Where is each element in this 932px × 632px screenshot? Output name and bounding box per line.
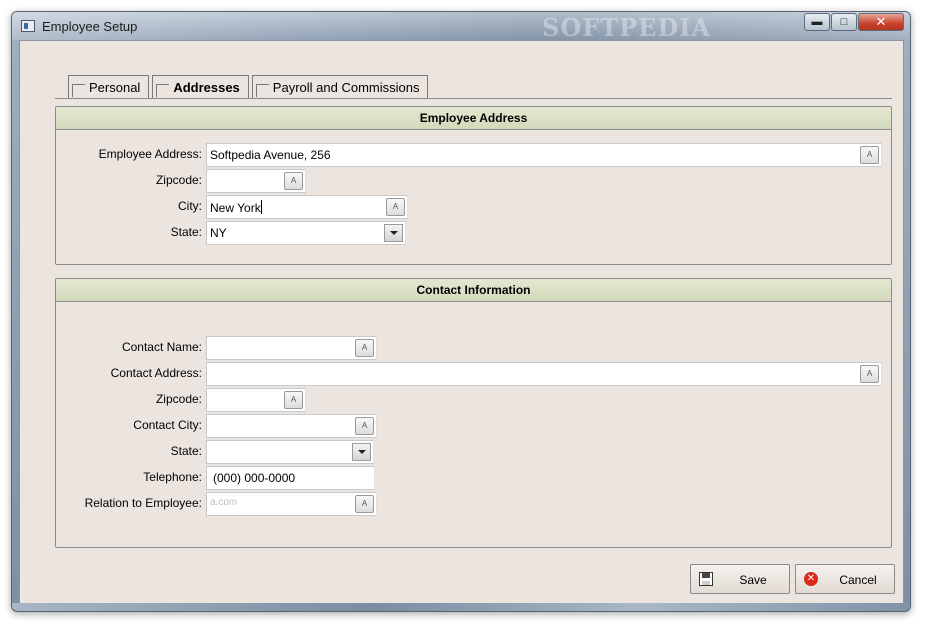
relation-input[interactable]: a.com A [206, 492, 377, 516]
telephone-input[interactable]: (000) 000-0000 [206, 466, 375, 490]
tab-addresses[interactable]: Addresses [152, 75, 249, 98]
employee-state-select[interactable]: NY [206, 221, 406, 245]
tab-label: Addresses [173, 79, 240, 95]
tab-label: Personal [89, 79, 141, 95]
tab-payroll-and-commissions[interactable]: Payroll and Commissions [251, 75, 429, 98]
contact-information-panel: Contact Information Contact Name: A Cont… [55, 278, 892, 548]
chevron-down-icon[interactable] [352, 443, 371, 461]
contact-zipcode-row: Zipcode: A [56, 388, 891, 412]
button-label: Cancel [839, 573, 877, 587]
employee-address-input[interactable]: Softpedia Avenue, 256 A [206, 143, 882, 167]
panel-header: Contact Information [56, 279, 891, 302]
field-label: Relation to Employee: [84, 496, 202, 510]
text-cursor [260, 200, 262, 214]
employee-address-row: Employee Address: Softpedia Avenue, 256 … [56, 143, 891, 167]
field-label: Contact Name: [121, 340, 202, 354]
lookup-button[interactable]: A [355, 339, 374, 357]
tab-personal[interactable]: Personal [68, 75, 150, 98]
panel-header: Employee Address [56, 107, 891, 130]
field-label: Zipcode: [155, 392, 202, 406]
field-value: NY [210, 226, 227, 240]
field-value: New York [210, 200, 262, 215]
tab-checkbox [72, 83, 85, 97]
employee-zipcode-input[interactable]: A [206, 169, 306, 193]
relation-row: Relation to Employee: a.com A [56, 492, 891, 516]
employee-state-row: State: NY [56, 221, 891, 245]
contact-address-input[interactable]: A [206, 362, 882, 386]
contact-city-input[interactable]: A [206, 414, 377, 438]
tab-strip: Personal Addresses Payroll and Commissio… [68, 75, 431, 98]
field-label: City: [178, 199, 202, 213]
close-button[interactable]: ✕ [858, 13, 904, 31]
cancel-button[interactable]: ✕ Cancel [795, 564, 895, 594]
button-label: Save [739, 573, 767, 587]
contact-name-row: Contact Name: A [56, 336, 891, 360]
employee-address-panel: Employee Address Employee Address: Softp… [55, 106, 892, 265]
field-value: (000) 000-0000 [213, 471, 296, 485]
employee-zipcode-row: Zipcode: A [56, 169, 891, 193]
employee-city-input[interactable]: New York A [206, 195, 408, 219]
contact-state-row: State: [56, 440, 891, 464]
tab-divider [55, 98, 892, 99]
field-value: a.com [210, 497, 238, 508]
dialog-body: Personal Addresses Payroll and Commissio… [19, 40, 904, 606]
tab-checkbox [156, 83, 170, 97]
window-frame-bottom [12, 603, 910, 611]
field-label: State: [170, 225, 202, 239]
lookup-button[interactable]: A [284, 172, 303, 190]
field-label: State: [170, 444, 202, 458]
contact-zipcode-input[interactable]: A [206, 388, 306, 412]
field-label: Zipcode: [155, 173, 202, 187]
employee-setup-window: Employee Setup SOFTPEDIA ▬ □ ✕ Personal … [11, 11, 911, 612]
window-controls: ▬ □ ✕ [803, 13, 904, 31]
window-title: Employee Setup [42, 19, 138, 34]
lookup-button[interactable]: A [860, 146, 879, 164]
app-icon [21, 20, 35, 32]
chevron-down-icon[interactable] [384, 224, 403, 242]
lookup-button[interactable]: A [386, 198, 405, 216]
maximize-button[interactable]: □ [831, 13, 857, 31]
tab-label: Payroll and Commissions [272, 79, 420, 95]
minimize-button[interactable]: ▬ [804, 13, 830, 31]
contact-state-select[interactable] [206, 440, 374, 464]
contact-name-input[interactable]: A [206, 336, 377, 360]
telephone-row: Telephone: (000) 000-0000 [56, 466, 891, 490]
title-bar[interactable]: Employee Setup SOFTPEDIA ▬ □ ✕ [12, 12, 910, 42]
save-button[interactable]: Save [690, 564, 790, 594]
lookup-button[interactable]: A [355, 417, 374, 435]
field-value: Softpedia Avenue, 256 [210, 148, 331, 162]
contact-address-row: Contact Address: A [56, 362, 891, 386]
lookup-button[interactable]: A [860, 365, 879, 383]
field-label: Contact Address: [110, 366, 202, 380]
field-label: Telephone: [143, 470, 202, 484]
contact-city-row: Contact City: A [56, 414, 891, 438]
lookup-button[interactable]: A [284, 391, 303, 409]
lookup-button[interactable]: A [355, 495, 374, 513]
tab-checkbox [255, 83, 269, 97]
watermark-logo: SOFTPEDIA [542, 13, 712, 42]
field-label: Contact City: [133, 418, 202, 432]
field-label: Employee Address: [98, 147, 202, 161]
employee-city-row: City: New York A [56, 195, 891, 219]
